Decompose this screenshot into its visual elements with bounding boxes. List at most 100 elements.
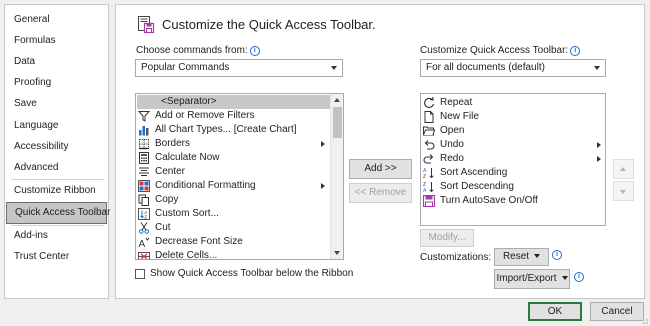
remove-button[interactable]: << Remove: [349, 183, 412, 203]
list-item[interactable]: AZ Sort Ascending: [422, 166, 605, 180]
list-item-label: Delete Cells...: [155, 250, 218, 260]
chevron-down-icon: [331, 66, 337, 70]
bar-chart-icon: [138, 124, 150, 136]
choose-commands-dropdown[interactable]: Popular Commands: [135, 59, 343, 77]
calculator-icon: [138, 152, 150, 164]
new-file-icon: [423, 111, 435, 123]
list-item-label: Conditional Formatting: [155, 180, 256, 191]
nav-item-general[interactable]: General: [6, 10, 107, 30]
toolbar-items-list[interactable]: Repeat New File Open Undo Redo AZ Sort A…: [420, 93, 606, 226]
modify-button[interactable]: Modify...: [420, 229, 474, 247]
reset-button-label: Reset: [502, 251, 530, 262]
list-item[interactable]: Turn AutoSave On/Off: [422, 194, 605, 208]
nav-item-add-ins[interactable]: Add-ins: [6, 226, 107, 246]
list-item[interactable]: Center: [137, 165, 330, 179]
move-up-button[interactable]: [613, 159, 634, 179]
add-button-label: Add >>: [364, 163, 397, 174]
import-export-button[interactable]: Import/Export: [494, 269, 570, 289]
redo-icon: [423, 153, 435, 165]
submenu-arrow-icon: [597, 142, 601, 148]
undo-icon: [423, 139, 435, 151]
svg-text:A: A: [423, 188, 427, 193]
list-item[interactable]: Repeat: [422, 96, 605, 110]
open-folder-icon: [423, 125, 435, 137]
borders-icon: [138, 138, 150, 150]
sort-ascending-icon: AZ: [423, 167, 435, 179]
move-down-button[interactable]: [613, 181, 634, 201]
delete-cells-icon: [138, 250, 150, 259]
svg-text:Z: Z: [423, 174, 426, 179]
list-item-label: Copy: [155, 194, 179, 205]
scroll-up-arrow-icon[interactable]: [331, 94, 343, 106]
autosave-icon: [423, 195, 435, 207]
copy-icon: [138, 194, 150, 206]
choose-commands-label: Choose commands from: i: [136, 45, 260, 56]
repeat-icon: [423, 97, 435, 109]
list-item-label: Center: [155, 166, 186, 177]
list-item-label: Open: [440, 125, 465, 136]
qat-panel: Customize the Quick Access Toolbar. Choo…: [115, 4, 645, 299]
list-item[interactable]: ZA Sort Descending: [422, 180, 605, 194]
scroll-down-arrow-icon[interactable]: [331, 247, 343, 259]
list-item[interactable]: A Decrease Font Size: [137, 235, 330, 249]
list-item-label: Redo: [440, 153, 464, 164]
cancel-button[interactable]: Cancel: [590, 302, 644, 321]
quick-access-toolbar-icon: [136, 14, 156, 36]
info-icon[interactable]: i: [570, 46, 581, 56]
list-item-label: Cut: [155, 222, 171, 233]
scrollbar-thumb[interactable]: [333, 107, 342, 138]
list-item[interactable]: Undo: [422, 138, 605, 152]
commands-list[interactable]: <Separator> Add or Remove Filters All Ch…: [135, 93, 344, 260]
list-item[interactable]: Borders: [137, 137, 330, 151]
choose-commands-label-text: Choose commands from:: [136, 45, 248, 56]
align-center-icon: [138, 166, 150, 178]
conditional-formatting-icon: [138, 180, 150, 192]
commands-scrollbar[interactable]: [330, 94, 343, 259]
list-item-separator[interactable]: <Separator>: [137, 95, 330, 109]
info-icon[interactable]: i: [249, 46, 260, 56]
list-item[interactable]: AZ Custom Sort...: [137, 207, 330, 221]
ok-button[interactable]: OK: [528, 302, 582, 321]
chevron-down-icon: [561, 276, 568, 280]
list-item-label: All Chart Types... [Create Chart]: [155, 124, 297, 135]
list-item[interactable]: Calculate Now: [137, 151, 330, 165]
nav-item-quick-access-toolbar[interactable]: Quick Access Toolbar: [6, 202, 110, 224]
show-below-ribbon-label[interactable]: Show Quick Access Toolbar below the Ribb…: [150, 268, 353, 279]
modify-button-label: Modify...: [428, 232, 466, 243]
submenu-arrow-icon: [321, 183, 325, 189]
list-item[interactable]: Redo: [422, 152, 605, 166]
nav-item-save[interactable]: Save: [6, 94, 107, 114]
nav-item-advanced[interactable]: Advanced: [6, 158, 107, 178]
list-item[interactable]: New File: [422, 110, 605, 124]
nav-item-customize-ribbon[interactable]: Customize Ribbon: [6, 181, 107, 201]
nav-item-formulas[interactable]: Formulas: [6, 31, 107, 51]
customize-qat-dropdown[interactable]: For all documents (default): [420, 59, 606, 77]
list-item[interactable]: Copy: [137, 193, 330, 207]
list-item[interactable]: Conditional Formatting: [137, 179, 330, 193]
reset-button[interactable]: Reset: [494, 248, 549, 266]
ok-button-label: OK: [547, 306, 563, 317]
show-below-ribbon-checkbox[interactable]: [135, 269, 145, 279]
list-item[interactable]: Delete Cells...: [137, 249, 330, 260]
list-item-label: Repeat: [440, 97, 473, 108]
list-item[interactable]: Open: [422, 124, 605, 138]
list-item-label: Custom Sort...: [155, 208, 219, 219]
info-icon[interactable]: i: [552, 250, 562, 260]
nav-item-accessibility[interactable]: Accessibility: [6, 137, 107, 157]
nav-item-data[interactable]: Data: [6, 52, 107, 72]
list-item-label: Sort Descending: [440, 181, 514, 192]
info-icon[interactable]: i: [574, 272, 584, 282]
list-item-label: New File: [440, 111, 479, 122]
customize-qat-value: For all documents (default): [426, 62, 545, 73]
nav-item-trust-center[interactable]: Trust Center: [6, 247, 107, 267]
list-item[interactable]: Cut: [137, 221, 330, 235]
svg-text:Z: Z: [144, 215, 147, 220]
nav-item-proofing[interactable]: Proofing: [6, 73, 107, 93]
list-item[interactable]: Add or Remove Filters: [137, 109, 330, 123]
resize-grip-icon[interactable]: [640, 316, 649, 325]
nav-item-language[interactable]: Language: [6, 116, 107, 136]
page-title: Customize the Quick Access Toolbar.: [162, 17, 376, 32]
add-button[interactable]: Add >>: [349, 159, 412, 179]
sort-descending-icon: ZA: [423, 181, 435, 193]
list-item[interactable]: All Chart Types... [Create Chart]: [137, 123, 330, 137]
